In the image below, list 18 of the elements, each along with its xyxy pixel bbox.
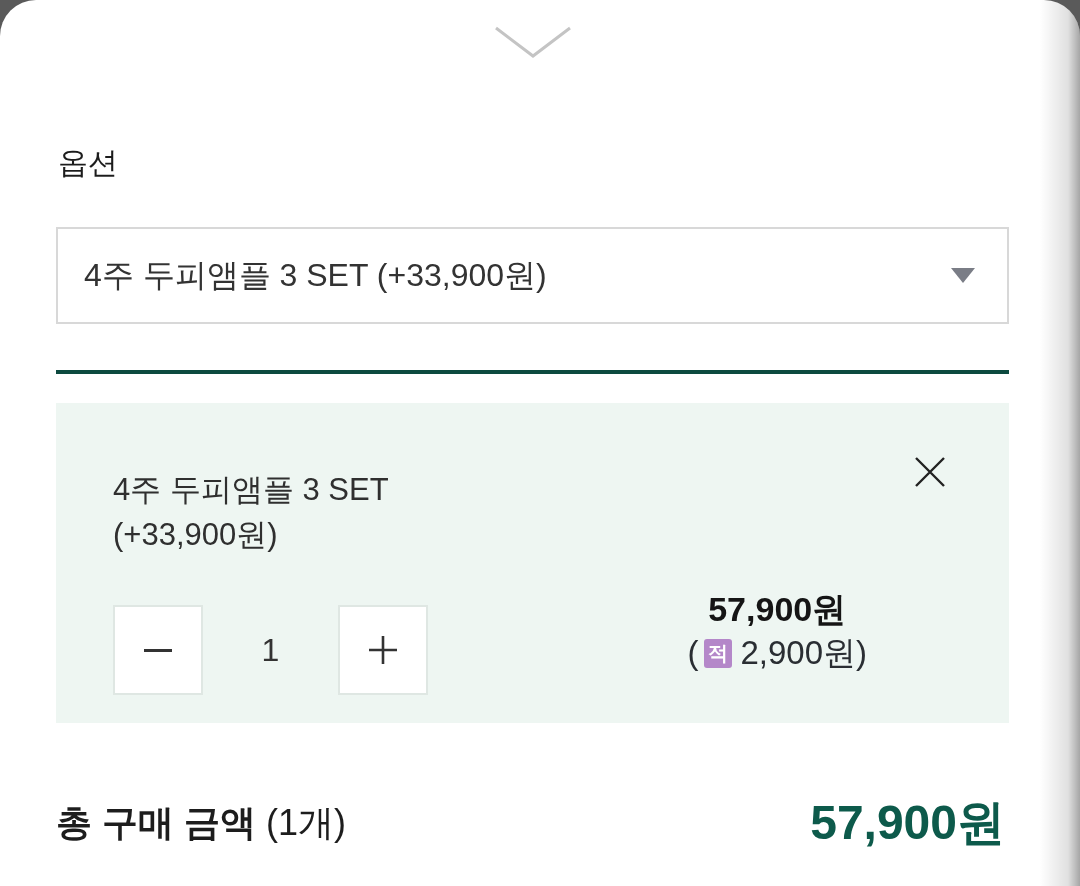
plus-icon xyxy=(369,636,397,664)
option-label: 옵션 xyxy=(57,145,118,181)
option-select[interactable]: 4주 두피앰플 3 SET (+33,900원) xyxy=(56,227,1009,324)
total-label: 총 구매 금액 (1개) xyxy=(56,801,346,845)
close-button[interactable] xyxy=(915,457,945,487)
increase-button[interactable] xyxy=(338,605,428,695)
total-amount: 57,900원 xyxy=(810,795,1005,851)
points-paren: ( xyxy=(687,633,699,673)
item-price: 57,900원 xyxy=(708,589,847,630)
dropdown-triangle-icon xyxy=(951,268,975,283)
close-icon xyxy=(915,457,945,487)
points-amount: 2,900원) xyxy=(740,633,867,673)
minus-icon xyxy=(144,648,172,652)
selected-option-name: 4주 두피앰플 3 SET (+33,900원) xyxy=(113,471,390,554)
quantity-value: 1 xyxy=(260,631,281,669)
chevron-down-icon[interactable] xyxy=(493,26,572,60)
decrease-button[interactable] xyxy=(113,605,203,695)
points-badge: 적 xyxy=(704,638,733,668)
